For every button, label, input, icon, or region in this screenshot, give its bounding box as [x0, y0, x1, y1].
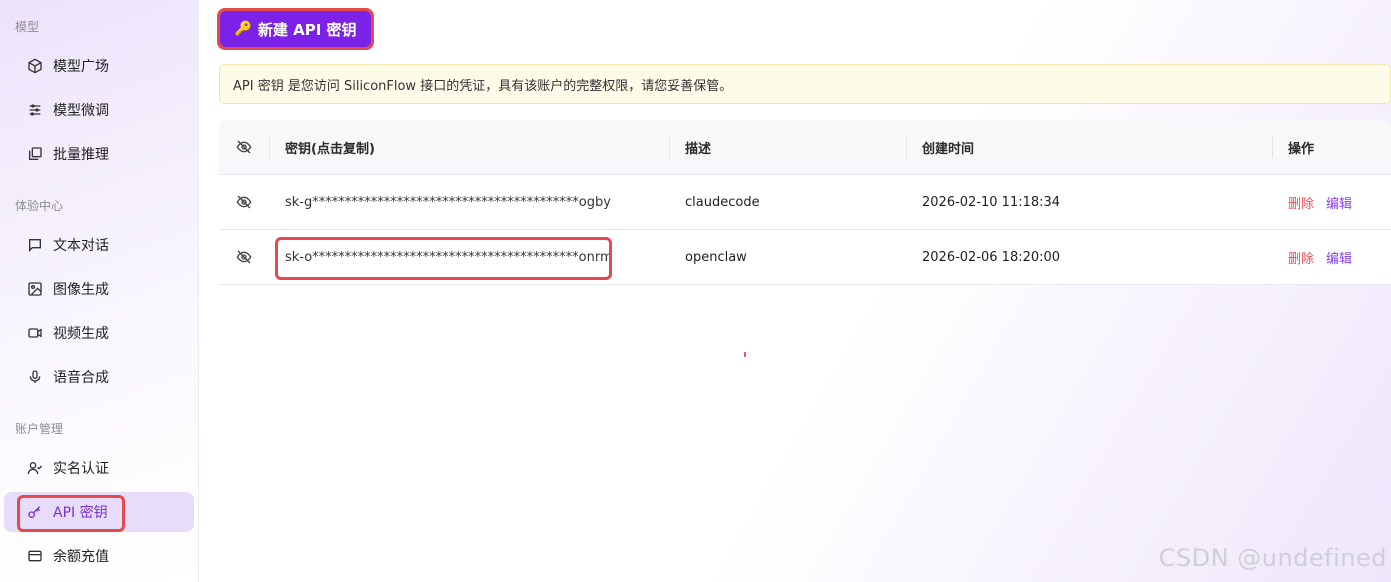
api-key-time: 2026-02-06 18:20:00	[922, 249, 1061, 265]
api-key-value[interactable]: sk-g************************************…	[269, 175, 669, 229]
sidebar-item-text-chat[interactable]: 文本对话	[4, 225, 194, 265]
api-key-text[interactable]: sk-g************************************…	[285, 195, 611, 210]
sidebar-item-label: 文本对话	[53, 238, 109, 254]
header-desc: 描述	[669, 120, 906, 174]
sidebar-item-tts[interactable]: 语音合成	[4, 357, 194, 397]
sidebar-item-model-square[interactable]: 模型广场	[4, 46, 194, 86]
sidebar-item-label: API 密钥	[53, 505, 108, 521]
api-key-time: 2026-02-10 11:18:34	[922, 194, 1061, 210]
card-icon	[26, 547, 44, 565]
api-key-desc: openclaw	[685, 249, 747, 265]
chat-icon	[26, 236, 44, 254]
new-api-key-label: 新建 API 密钥	[257, 20, 357, 39]
sidebar-item-label: 模型广场	[53, 59, 109, 75]
sidebar-item-label: 实名认证	[53, 461, 109, 477]
eye-off-icon[interactable]	[219, 230, 269, 284]
api-keys-table: 密钥(点击复制) 描述 创建时间 操作 sk-g****************…	[219, 120, 1391, 285]
sidebar-item-label: 图像生成	[53, 282, 109, 298]
section-label-account: 账户管理	[15, 422, 64, 436]
header-key: 密钥(点击复制)	[269, 120, 669, 174]
header-time: 创建时间	[906, 120, 1272, 174]
header-action: 操作	[1272, 120, 1391, 174]
row-actions: 删除 编辑	[1272, 230, 1391, 284]
sidebar-item-api-keys[interactable]: API 密钥	[4, 492, 194, 532]
video-icon	[26, 324, 44, 342]
watermark: CSDN @undefined	[1158, 544, 1387, 572]
edit-link[interactable]: 编辑	[1326, 248, 1352, 267]
edit-link[interactable]: 编辑	[1326, 193, 1352, 212]
toggle-all-visibility-icon[interactable]	[219, 120, 269, 174]
sidebar-item-video-gen[interactable]: 视频生成	[4, 313, 194, 353]
delete-link[interactable]: 删除	[1288, 193, 1314, 212]
sidebar-item-label: 语音合成	[53, 370, 109, 386]
image-icon	[26, 280, 44, 298]
cube-icon	[26, 57, 44, 75]
table-header-row: 密钥(点击复制) 描述 创建时间 操作	[219, 120, 1391, 175]
sidebar-item-label: 视频生成	[53, 326, 109, 342]
sidebar-item-image-gen[interactable]: 图像生成	[4, 269, 194, 309]
section-label-playground: 体验中心	[15, 199, 64, 213]
notice-banner: API 密钥 是您访问 SiliconFlow 接口的凭证，具有该账户的完整权限…	[219, 64, 1391, 104]
sidebar-item-batch-inference[interactable]: 批量推理	[4, 134, 194, 174]
sidebar-item-fine-tune[interactable]: 模型微调	[4, 90, 194, 130]
main-content: 🔑 新建 API 密钥 API 密钥 是您访问 SiliconFlow 接口的凭…	[199, 0, 1391, 582]
key-icon: 🔑	[234, 21, 252, 37]
api-key-text[interactable]: sk-o************************************…	[285, 250, 613, 265]
user-check-icon	[26, 459, 44, 477]
key-icon	[26, 503, 44, 521]
sidebar-item-label: 余额充值	[53, 549, 109, 565]
sidebar: 模型 模型广场 模型微调 批量推理 体验中心 文本对话 图像生成 视频生成 语音…	[0, 0, 199, 582]
section-label-models: 模型	[15, 20, 40, 34]
mic-icon	[26, 368, 44, 386]
notice-text: API 密钥 是您访问 SiliconFlow 接口的凭证，具有该账户的完整权限…	[233, 78, 733, 94]
sliders-icon	[26, 101, 44, 119]
table-row: sk-g************************************…	[219, 175, 1391, 230]
sidebar-item-top-up[interactable]: 余额充值	[4, 536, 194, 576]
api-key-value[interactable]: sk-o************************************…	[269, 230, 669, 284]
sidebar-item-label: 批量推理	[53, 147, 109, 163]
sidebar-item-verification[interactable]: 实名认证	[4, 448, 194, 488]
row-actions: 删除 编辑	[1272, 175, 1391, 229]
table-row: sk-o************************************…	[219, 230, 1391, 285]
new-api-key-button[interactable]: 🔑 新建 API 密钥	[217, 8, 374, 50]
eye-off-icon[interactable]	[219, 175, 269, 229]
batch-icon	[26, 145, 44, 163]
sidebar-item-label: 模型微调	[53, 103, 109, 119]
stray-mark	[744, 352, 746, 357]
delete-link[interactable]: 删除	[1288, 248, 1314, 267]
api-key-desc: claudecode	[685, 194, 760, 210]
